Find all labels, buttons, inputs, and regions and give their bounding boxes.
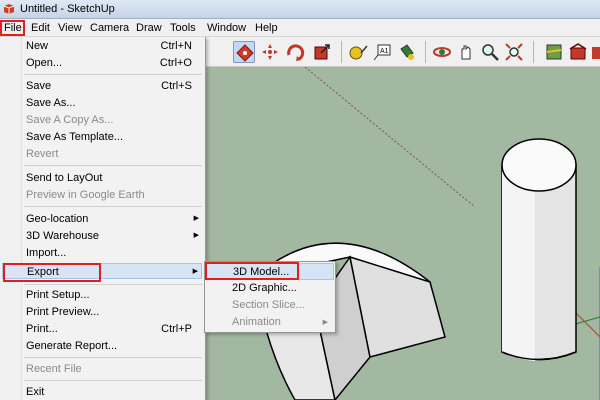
menu-separator	[24, 165, 202, 166]
zoom-icon[interactable]	[479, 41, 501, 63]
menu-item-label: Revert	[26, 148, 59, 160]
menu-camera[interactable]: Camera	[88, 20, 131, 36]
menu-item-preview-google-earth: Preview in Google Earth	[24, 187, 202, 203]
model-canvas	[252, 67, 600, 400]
toolbar-separator	[341, 41, 342, 63]
menu-item-3d-warehouse[interactable]: 3D Warehouse ▶	[24, 228, 202, 244]
menu-item-label: Recent File	[26, 363, 82, 375]
menu-item-label: Exit	[26, 386, 45, 398]
menu-help[interactable]: Help	[253, 20, 280, 36]
toolbar-separator	[425, 41, 426, 63]
submenu-item-animation: Animation ▶	[206, 314, 334, 331]
menu-item-print-preview[interactable]: Print Preview...	[24, 304, 202, 320]
menu-item-shortcut: Ctrl+P	[161, 323, 192, 335]
menu-item-label: Animation	[232, 316, 281, 328]
menu-item-shortcut: Ctrl+S	[161, 80, 192, 92]
move-icon[interactable]	[233, 41, 255, 63]
map-icon[interactable]	[543, 41, 565, 63]
menu-item-recent-file: Recent File	[24, 361, 202, 377]
menu-item-shortcut: Ctrl+O	[159, 57, 192, 69]
menu-item-label: Geo-location	[26, 213, 89, 225]
menu-item-label: Send to LayOut	[26, 172, 103, 184]
menu-item-geo-location[interactable]: Geo-location ▶	[24, 211, 202, 227]
menu-item-save-as-template[interactable]: Save As Template...	[24, 129, 202, 145]
3d-viewport[interactable]	[205, 67, 600, 400]
menu-item-generate-report[interactable]: Generate Report...	[24, 338, 202, 354]
menu-file[interactable]: File	[0, 20, 25, 36]
menu-draw[interactable]: Draw	[134, 20, 164, 36]
menu-item-shortcut: Ctrl+N	[160, 40, 192, 52]
menu-item-print-setup[interactable]: Print Setup...	[24, 287, 202, 303]
menu-bar: File Edit View Camera Draw Tools Window …	[0, 19, 600, 37]
submenu-arrow-icon: ▶	[192, 268, 198, 275]
menu-item-label: Print Setup...	[26, 289, 90, 301]
menu-separator	[24, 206, 202, 207]
paint-bucket-icon[interactable]	[395, 41, 417, 63]
menu-item-label: Save A Copy As...	[26, 114, 114, 126]
submenu-arrow-icon: ▶	[193, 215, 199, 222]
zoom-extents-icon[interactable]	[503, 41, 525, 63]
menu-item-label: Preview in Google Earth	[26, 189, 145, 201]
menu-item-label: Import...	[26, 247, 67, 259]
file-menu: New Ctrl+N Open... Ctrl+O Save Ctrl+S Sa…	[0, 37, 206, 400]
menu-item-label: Print...	[26, 323, 58, 335]
rotate-icon[interactable]	[259, 41, 281, 63]
scale-icon[interactable]	[311, 41, 333, 63]
components-icon[interactable]	[589, 41, 600, 63]
menu-window[interactable]: Window	[205, 20, 248, 36]
menu-item-label: Save	[26, 80, 52, 92]
menu-item-save-as[interactable]: Save As...	[24, 95, 202, 111]
svg-text:A1: A1	[380, 48, 389, 55]
menu-item-save[interactable]: Save Ctrl+S	[24, 78, 202, 94]
menu-gutter	[0, 37, 22, 400]
menu-edit[interactable]: Edit	[29, 20, 52, 36]
menu-item-revert: Revert	[24, 146, 202, 162]
sketchup-logo-icon	[3, 4, 15, 14]
title-bar: Untitled - SketchUp	[0, 0, 600, 19]
cylinder-model[interactable]	[501, 138, 577, 361]
menu-item-label: Open...	[26, 57, 63, 69]
menu-item-save-copy-as: Save A Copy As...	[24, 112, 202, 128]
menu-item-label: Print Preview...	[26, 306, 100, 318]
menu-tools[interactable]: Tools	[168, 20, 198, 36]
menu-separator	[24, 357, 202, 358]
menu-item-import[interactable]: Import...	[24, 245, 202, 261]
menu-item-label: New	[26, 40, 49, 52]
orbit-icon[interactable]	[431, 41, 453, 63]
menu-item-label: 2D Graphic...	[232, 282, 297, 294]
main-toolbar: A1	[205, 37, 600, 67]
pan-icon[interactable]	[455, 41, 477, 63]
menu-item-print[interactable]: Print... Ctrl+P	[24, 321, 202, 337]
menu-item-label: Save As Template...	[26, 131, 124, 143]
menu-item-label: Section Slice...	[232, 299, 305, 311]
menu-item-exit[interactable]: Exit	[24, 384, 202, 400]
window-title: Untitled - SketchUp	[20, 3, 115, 15]
menu-item-send-to-layout[interactable]: Send to LayOut	[24, 170, 202, 186]
menu-item-label: Generate Report...	[26, 340, 118, 352]
menu-separator	[24, 284, 202, 285]
tape-measure-icon[interactable]	[347, 41, 369, 63]
follow-me-icon[interactable]	[285, 41, 307, 63]
menu-item-new[interactable]: New Ctrl+N	[24, 38, 202, 54]
red-axis-guide	[304, 67, 476, 208]
submenu-arrow-icon: ▶	[322, 319, 328, 326]
menu-item-label: Save As...	[26, 97, 76, 109]
3d-model-highlight-box	[205, 262, 299, 280]
submenu-item-section-slice: Section Slice...	[206, 297, 334, 314]
warehouse-icon[interactable]	[567, 41, 589, 63]
menu-item-open[interactable]: Open... Ctrl+O	[24, 55, 202, 71]
export-highlight-box	[3, 263, 101, 282]
menu-separator	[24, 74, 202, 75]
text-icon[interactable]: A1	[371, 41, 393, 63]
submenu-item-2d-graphic[interactable]: 2D Graphic...	[206, 280, 334, 297]
menu-view[interactable]: View	[56, 20, 84, 36]
menu-item-label: 3D Warehouse	[26, 230, 99, 242]
toolbar-separator	[533, 41, 534, 63]
menu-separator	[24, 380, 202, 381]
submenu-arrow-icon: ▶	[193, 232, 199, 239]
